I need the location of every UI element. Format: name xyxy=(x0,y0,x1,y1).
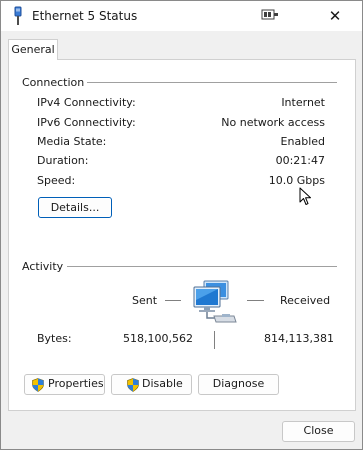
received-connector xyxy=(247,300,264,301)
window-title: Ethernet 5 Status xyxy=(32,9,138,23)
network-adapter-icon xyxy=(11,6,25,26)
network-computers-icon xyxy=(190,278,240,326)
ipv4-label: IPv4 Connectivity: xyxy=(37,96,136,109)
ipv4-value: Internet xyxy=(281,96,325,109)
ipv6-label: IPv6 Connectivity: xyxy=(37,116,136,129)
bytes-label: Bytes: xyxy=(37,332,72,345)
properties-button[interactable]: Properties xyxy=(24,374,105,395)
diagnose-button[interactable]: Diagnose xyxy=(198,374,279,395)
activity-section-label: Activity xyxy=(22,260,64,273)
connection-divider xyxy=(87,82,337,83)
general-panel xyxy=(8,59,356,411)
bytes-sent-value: 518,100,562 xyxy=(123,332,193,345)
bytes-received-value: 814,113,381 xyxy=(264,332,334,345)
sent-connector xyxy=(165,300,181,301)
mouse-cursor-icon xyxy=(299,187,313,207)
network-card-icon[interactable] xyxy=(260,7,280,23)
received-label: Received xyxy=(280,294,331,307)
ipv6-value: No network access xyxy=(221,116,325,129)
media-state-label: Media State: xyxy=(37,135,107,148)
uac-shield-icon xyxy=(127,378,139,392)
duration-label: Duration: xyxy=(37,154,89,167)
activity-divider xyxy=(67,266,337,267)
close-button[interactable]: Close xyxy=(282,421,355,442)
connection-section-label: Connection xyxy=(22,76,85,89)
tab-general[interactable]: General xyxy=(8,39,58,60)
close-icon[interactable]: ✕ xyxy=(320,4,350,28)
speed-value: 10.0 Gbps xyxy=(268,174,325,187)
properties-button-label: Properties xyxy=(48,377,104,390)
media-state-value: Enabled xyxy=(280,135,325,148)
duration-value: 00:21:47 xyxy=(275,154,325,167)
details-button[interactable]: Details... xyxy=(38,197,112,218)
ethernet-status-window: Ethernet 5 Status ✕ General Connection I… xyxy=(0,0,363,450)
title-bar[interactable]: Ethernet 5 Status ✕ xyxy=(1,1,362,31)
disable-button[interactable]: Disable xyxy=(111,374,192,395)
bytes-separator xyxy=(214,331,215,349)
uac-shield-icon xyxy=(32,378,44,392)
disable-button-label: Disable xyxy=(142,377,183,390)
speed-label: Speed: xyxy=(37,174,76,187)
sent-label: Sent xyxy=(132,294,158,307)
